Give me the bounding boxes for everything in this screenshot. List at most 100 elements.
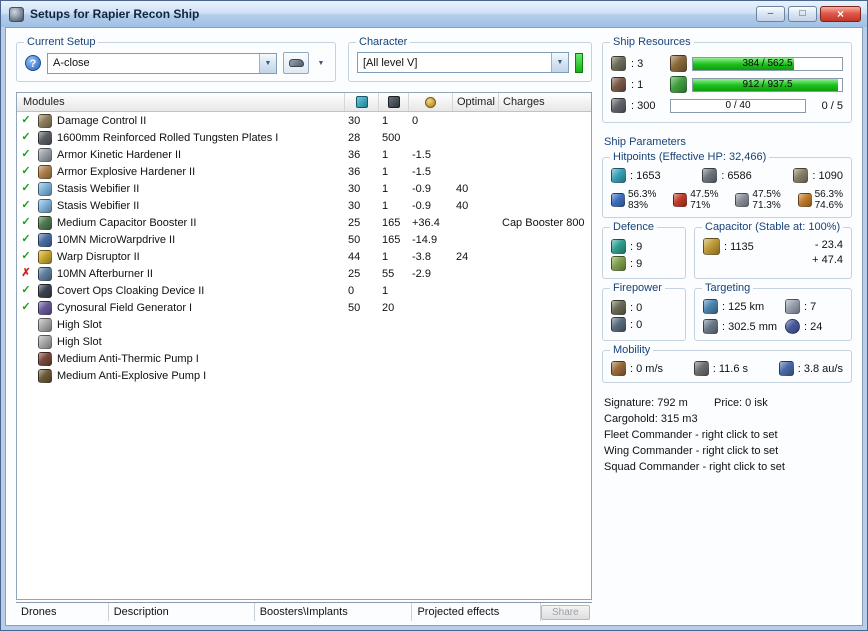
modules-table: Modules Optimal Charges ✓ Damage Control … [16,92,592,600]
module-powergrid: 1 [382,165,389,178]
shield-recharge-icon [611,239,626,254]
microwarpdrive-icon [38,232,52,247]
ship-menu-arrow-icon[interactable]: ▼ [315,60,327,67]
minimize-button[interactable]: – [756,6,785,22]
targeting-range-icon [703,299,718,314]
module-row[interactable]: ✓ 10MN MicroWarpdrive II 50 165 -14.9 [17,231,591,248]
sensor-strength-icon [785,319,800,334]
module-row[interactable]: ✓ Warp Disruptor II 44 1 -3.8 24 [17,248,591,265]
explosive-shield-resist: 56.3% [814,189,843,200]
chevron-down-icon[interactable]: ▼ [259,53,276,73]
kinetic-resist-icon [735,193,750,207]
close-icon: × [836,7,844,21]
capacitor-recharge: + 47.4 [812,254,843,266]
cpu-column-icon [355,96,368,108]
module-optimal: 40 [456,199,469,212]
app-icon[interactable] [9,6,24,22]
setup-select[interactable]: A-close ▼ [47,52,277,74]
help-icon[interactable]: ? [25,55,41,71]
fitted-check-icon: ✓ [21,114,31,126]
tab-description[interactable]: Description [109,603,255,621]
module-row[interactable]: ✓ Armor Kinetic Hardener II 36 1 -1.5 [17,146,591,163]
module-row[interactable]: ✓ Cynosural Field Generator I 50 20 [17,299,591,316]
module-name: Covert Ops Cloaking Device II [57,284,205,297]
module-row[interactable]: High Slot [17,316,591,333]
module-row[interactable]: ✗ 10MN Afterburner II 25 55 -2.9 [17,265,591,282]
module-optimal: 24 [456,250,469,263]
modules-rows: ✓ Damage Control II 30 1 0 ✓ 1600mm Reinforced… [17,112,591,599]
module-cpu: 44 [348,250,361,263]
module-name: Stasis Webifier II [57,199,140,212]
thermal-shield-resist: 47.5% [690,189,719,200]
charges-column-header: Charges [503,96,545,108]
character-skills-indicator [575,52,583,73]
tab-projected-effects[interactable]: Projected effects [412,603,541,621]
module-powergrid: 500 [382,131,401,144]
module-optimal: 40 [456,182,469,195]
module-name: Stasis Webifier II [57,182,140,195]
module-cpu: 25 [348,267,361,280]
module-powergrid: 1 [382,284,389,297]
anti-thermic-pump-icon [38,351,52,366]
module-cap-use: -1.5 [412,148,431,161]
character-selected-value: [All level V] [363,56,418,69]
share-button[interactable]: Share [540,604,590,620]
module-cap-use: 0 [412,114,419,127]
targeting-label: Targeting [702,282,754,294]
close-button[interactable]: × [820,6,861,22]
module-name: High Slot [57,318,102,331]
module-powergrid: 1 [382,182,389,195]
module-row[interactable]: ✓ Damage Control II 30 1 0 [17,112,591,129]
calibration-icon [611,98,626,113]
firepower-label: Firepower [610,282,665,294]
module-row[interactable]: ✓ 1600mm Reinforced Rolled Tungsten Plate… [17,129,591,146]
module-name: Armor Explosive Hardener II [57,165,196,178]
fitted-check-icon: ✓ [21,250,31,262]
turret-dps-value: : 0 [630,301,643,314]
module-row[interactable]: ✓ Stasis Webifier II 30 1 -0.9 40 [17,197,591,214]
cpu-icon [670,76,687,93]
chevron-down-icon[interactable]: ▼ [551,53,568,72]
module-name: Medium Capacitor Booster II [57,216,197,229]
module-row[interactable]: ✓ Stasis Webifier II 30 1 -0.9 40 [17,180,591,197]
module-row[interactable]: ✓ Medium Capacitor Booster II 25 165 +36.4 Ca… [17,214,591,231]
cyno-generator-icon [38,300,52,315]
kinetic-armor-resist: 71.3% [752,200,781,211]
capacitor-group: Capacitor (Stable at: 100%) : 1135 - 23.… [694,221,852,279]
module-row[interactable]: ✓ Covert Ops Cloaking Device II 0 1 [17,282,591,299]
ship-browser-button[interactable] [283,52,309,74]
fleet-commander-slot[interactable]: Fleet Commander - right click to set [604,427,852,443]
module-row[interactable]: Medium Anti-Explosive Pump I [17,367,591,384]
squad-commander-slot[interactable]: Squad Commander - right click to set [604,459,852,475]
setup-selected-value: A-close [53,57,90,69]
tab-drones[interactable]: Drones [16,603,109,621]
window-title: Setups for Rapier Recon Ship [30,7,200,21]
structure-hp: : 1090 [812,169,843,182]
module-row[interactable]: ✓ Armor Explosive Hardener II 36 1 -1.5 [17,163,591,180]
tab-boosters-implants[interactable]: Boosters\Implants [255,603,413,621]
module-name: Armor Kinetic Hardener II [57,148,182,161]
module-cpu: 30 [348,114,361,127]
missile-dps-icon [611,317,626,332]
module-cap-use: -0.9 [412,199,431,212]
dronebay-bar-text: 0 / 40 [725,99,751,111]
anti-explosive-pump-icon [38,368,52,383]
module-name: Medium Anti-Thermic Pump I [57,352,199,365]
maximize-button[interactable]: □ [788,6,817,22]
module-cap-use: +36.4 [412,216,440,229]
explosive-hardener-icon [38,164,52,179]
hitpoints-label: Hitpoints (Effective HP: 32,466) [610,151,770,163]
character-select[interactable]: [All level V] ▼ [357,52,569,73]
module-powergrid: 165 [382,216,401,229]
wing-commander-slot[interactable]: Wing Commander - right click to set [604,443,852,459]
drones-count: 0 / 5 [821,99,843,112]
ship-resources-label: Ship Resources [610,36,694,48]
titlebar[interactable]: Setups for Rapier Recon Ship – □ × [1,1,867,27]
fitted-check-icon: ✓ [21,182,31,194]
max-velocity-value: : 0 m/s [630,362,664,375]
ship-resources-group: Ship Resources : 3 384 / 562.5 : 1 912 /… [602,36,852,123]
module-name: 10MN Afterburner II [57,267,153,280]
module-row[interactable]: High Slot [17,333,591,350]
turret-hardpoint-icon [611,56,626,71]
module-row[interactable]: Medium Anti-Thermic Pump I [17,350,591,367]
